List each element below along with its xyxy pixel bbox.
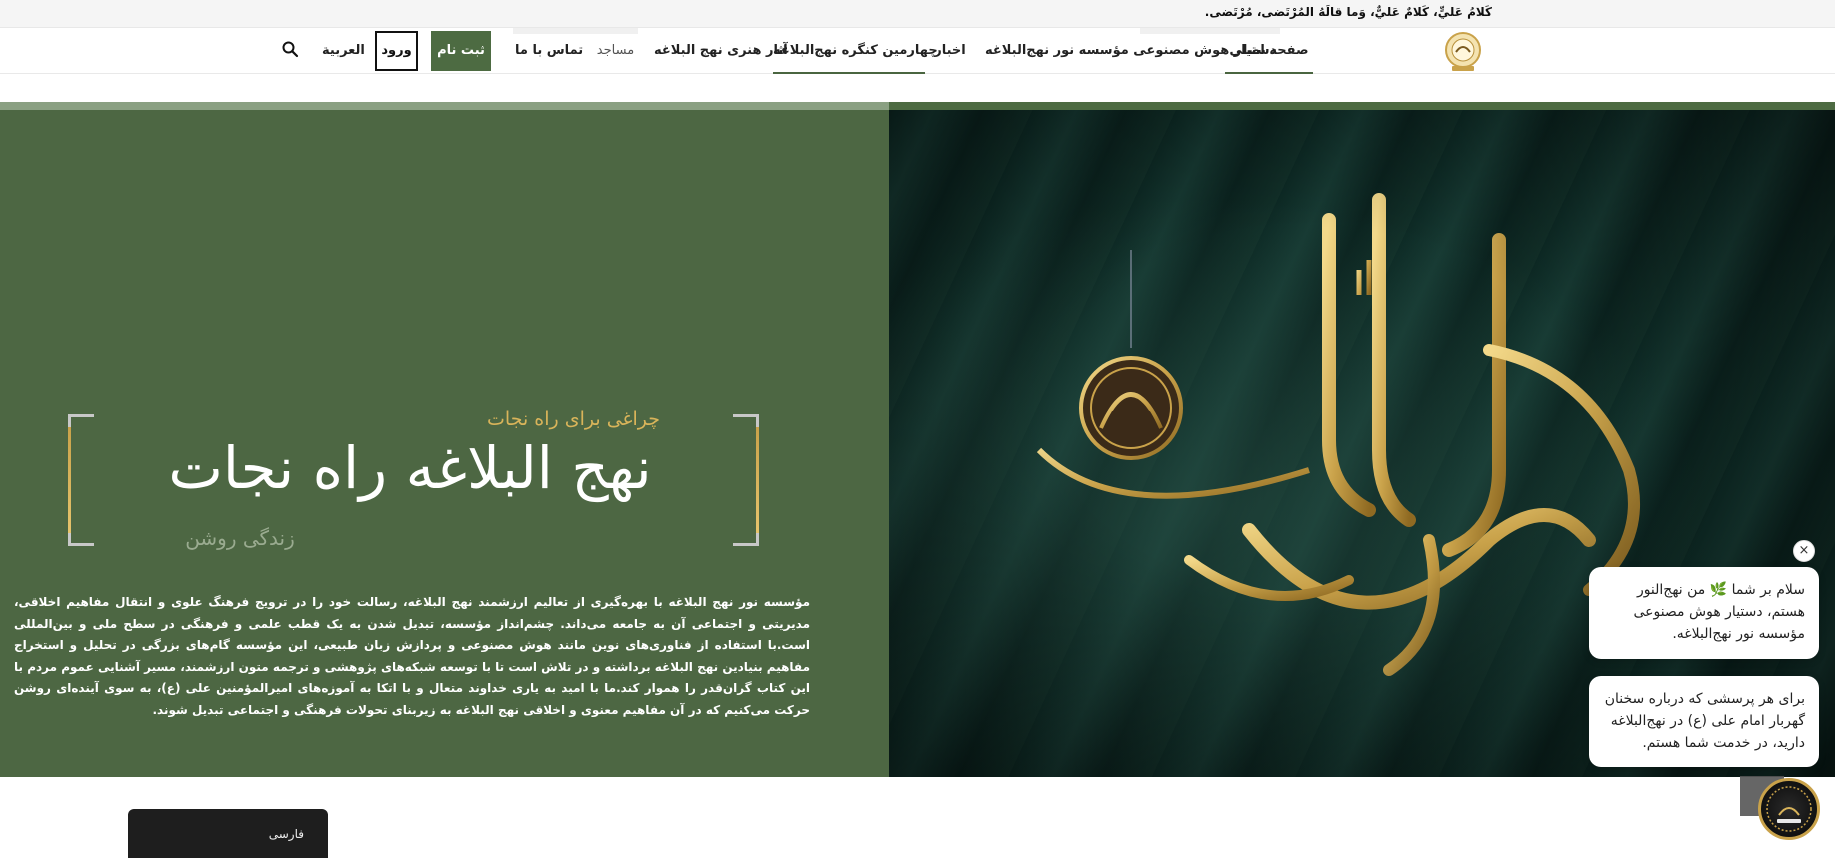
hero-section: چراغی برای راه نجات نهج البلاغه راه نجات… (0, 102, 1835, 777)
main-navbar: صفحه اصلی دستیار هوش مصنوعی مؤسسه نور نه… (0, 28, 1835, 74)
nav-fourth-congress[interactable]: چهارمین کنگره نهج‌البلاغه (773, 28, 938, 74)
hero-title: نهج البلاغه راه نجات (168, 434, 652, 502)
language-switcher-label: فارسی (268, 827, 304, 841)
page: كَلامُ عَليٍّ، كَلامٌ عَليٌّ، وَما قالَه… (0, 0, 1835, 858)
hero-subtitle: چراغی برای راه نجات (487, 408, 660, 430)
hero-tagline: زندگی روشن (185, 526, 295, 550)
chat-assistant-avatar-icon[interactable] (1758, 778, 1820, 840)
nav-contact[interactable]: تماس با ما (515, 28, 583, 74)
signup-button[interactable]: ثبت نام (431, 31, 491, 71)
nav-mosques[interactable]: مساجد (593, 28, 638, 74)
site-logo[interactable] (1440, 30, 1486, 74)
chat-close-button[interactable]: × (1793, 540, 1815, 562)
title-bracket-right (733, 414, 759, 546)
chat-message: سلام بر شما 🌿 من نهج‌النور هستم، دستیار … (1589, 567, 1819, 659)
hero-top-accent (889, 102, 1835, 110)
header-quote: كَلامُ عَليٍّ، كَلامٌ عَليٌّ، وَما قالَه… (1204, 5, 1492, 19)
chat-message: برای هر پرسشی که درباره سخنان گهربار اما… (1589, 676, 1819, 767)
top-quote-bar: كَلامُ عَليٍّ، كَلامٌ عَليٌّ، وَما قالَه… (0, 0, 1835, 28)
language-switcher-popup[interactable]: فارسی (128, 809, 328, 858)
login-button[interactable]: ورود (375, 31, 418, 71)
hero-top-accent (0, 102, 889, 110)
language-arabic-link[interactable]: العربية (322, 28, 365, 74)
hero-description: مؤسسه نور نهج البلاغه با بهره‌گیری از تع… (14, 595, 810, 717)
nav-ai-assistant[interactable]: دستیار هوش مصنوعی مؤسسه نور نهج‌البلاغه (985, 28, 1276, 74)
title-bracket-left (68, 414, 94, 546)
nav-art-works[interactable]: آثار هنری نهج البلاغه (654, 28, 788, 74)
search-icon[interactable] (281, 40, 299, 58)
